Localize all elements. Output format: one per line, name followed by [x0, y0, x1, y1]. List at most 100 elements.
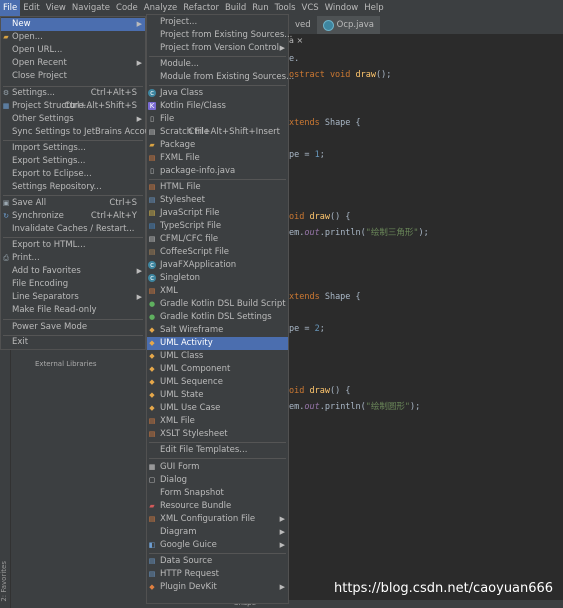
new-item-uml-sequence[interactable]: ◆ UML Sequence: [147, 376, 288, 389]
new-item-plugin-devkit[interactable]: ◆ Plugin DevKit ▶: [147, 581, 288, 594]
new-item-gradle-settings[interactable]: ● Gradle Kotlin DSL Settings: [147, 311, 288, 324]
new-item-http-request[interactable]: ▤ HTTP Request: [147, 568, 288, 581]
menu-item-line-separators[interactable]: Line Separators ▶: [1, 291, 145, 304]
menu-navigate[interactable]: Navigate: [69, 0, 113, 16]
plantuml-icon: ◆: [149, 378, 155, 386]
new-item-javafx-app[interactable]: c JavaFXApplication: [147, 259, 288, 272]
new-item-salt-wireframe[interactable]: ◆ Salt Wireframe: [147, 324, 288, 337]
menu-item-sync-settings[interactable]: Sync Settings to JetBrains Account...: [1, 126, 167, 139]
new-item-gradle-build[interactable]: ● Gradle Kotlin DSL Build Script: [147, 298, 288, 311]
new-item-gui-form[interactable]: ▦ GUI Form: [147, 461, 288, 474]
new-item-form-snapshot[interactable]: Form Snapshot: [147, 487, 288, 500]
code-line: ostract void draw();: [289, 70, 392, 80]
new-item-singleton[interactable]: c Singleton: [147, 272, 288, 285]
menu-item-make-readonly[interactable]: Make File Read-only: [1, 304, 145, 317]
menu-item-new[interactable]: New ▶: [1, 18, 145, 31]
tab-ocp-java[interactable]: Ocp.java: [316, 16, 380, 34]
new-item-coffeescript-file[interactable]: ▤ CoffeeScript File: [147, 246, 288, 259]
menu-item-open-url[interactable]: Open URL...: [1, 44, 145, 57]
plantuml-icon: ◆: [149, 365, 155, 373]
new-item-resource-bundle[interactable]: ▰ Resource Bundle: [147, 500, 288, 513]
menu-item-export-settings[interactable]: Export Settings...: [1, 155, 145, 168]
java-class-icon: c: [148, 89, 156, 97]
new-item-project-vcs[interactable]: Project from Version Control ▶: [147, 42, 288, 55]
new-item-stylesheet[interactable]: ▤ Stylesheet: [147, 194, 288, 207]
new-item-module-existing[interactable]: Module from Existing Sources...: [147, 71, 294, 84]
new-item-xslt-stylesheet[interactable]: ▤ XSLT Stylesheet: [147, 428, 288, 441]
new-item-uml-activity[interactable]: ◆ UML Activity: [147, 337, 288, 350]
scratch-file-icon: ▤: [148, 128, 156, 136]
new-item-xml-config[interactable]: ▤ XML Configuration File ▶: [147, 513, 288, 526]
menu-item-add-favorites[interactable]: Add to Favorites ▶: [1, 265, 145, 278]
new-item-data-source[interactable]: ▤ Data Source: [147, 555, 288, 568]
menu-item-file-encoding[interactable]: File Encoding: [1, 278, 145, 291]
menu-item-settings[interactable]: ⚙ Settings... Ctrl+Alt+S: [1, 87, 145, 100]
new-item-xml[interactable]: ▤ XML: [147, 285, 288, 298]
new-item-package-info[interactable]: ▯ package-info.java: [147, 165, 288, 178]
menu-item-other-settings[interactable]: Other Settings ▶: [1, 113, 145, 126]
menu-item-exit[interactable]: Exit: [1, 336, 145, 349]
xml-file-icon: ▤: [148, 417, 156, 425]
new-item-dialog[interactable]: ▢ Dialog: [147, 474, 288, 487]
new-item-edit-templates[interactable]: Edit File Templates...: [147, 444, 288, 457]
menu-item-export-html[interactable]: Export to HTML...: [1, 239, 145, 252]
menu-item-open-recent[interactable]: Open Recent ▶: [1, 57, 145, 70]
new-item-uml-component[interactable]: ◆ UML Component: [147, 363, 288, 376]
new-item-js-file[interactable]: ▤ JavaScript File: [147, 207, 288, 220]
menu-item-settings-repository[interactable]: Settings Repository...: [1, 181, 145, 194]
file-icon: ▯: [150, 115, 154, 123]
code-line: xtends Shape {: [289, 118, 361, 128]
gradle-icon: ●: [148, 300, 156, 308]
new-item-fxml-file[interactable]: ▤ FXML File: [147, 152, 288, 165]
new-item-uml-class[interactable]: ◆ UML Class: [147, 350, 288, 363]
tab-saved[interactable]: ved: [289, 20, 317, 30]
new-item-google-guice[interactable]: ◧ Google Guice ▶: [147, 539, 288, 552]
menu-item-project-structure[interactable]: ▦ Project Structure... Ctrl+Alt+Shift+S: [1, 100, 145, 113]
new-submenu: Project... Project from Existing Sources…: [146, 14, 294, 604]
menu-vcs[interactable]: VCS: [299, 0, 322, 16]
gui-form-icon: ▦: [148, 463, 156, 471]
menu-separator: [149, 442, 286, 443]
javascript-file-icon: ▤: [148, 209, 156, 217]
submenu-arrow-icon: ▶: [136, 293, 142, 301]
new-item-html-file[interactable]: ▤ HTML File: [147, 181, 288, 194]
menu-item-invalidate-caches[interactable]: Invalidate Caches / Restart...: [1, 223, 145, 236]
new-item-diagram[interactable]: Diagram ▶: [147, 526, 288, 539]
new-item-java-class[interactable]: c Java Class: [147, 87, 288, 100]
external-libraries-node[interactable]: External Libraries: [35, 360, 97, 368]
new-item-uml-state[interactable]: ◆ UML State: [147, 389, 288, 402]
new-item-uml-usecase[interactable]: ◆ UML Use Case: [147, 402, 288, 415]
menu-file[interactable]: File: [0, 0, 21, 16]
menu-window[interactable]: Window: [322, 0, 362, 16]
new-item-project[interactable]: Project...: [147, 16, 288, 29]
menu-item-power-save[interactable]: Power Save Mode: [1, 321, 145, 334]
code-line: xtends Shape {: [289, 292, 361, 302]
menu-help[interactable]: Help: [361, 0, 386, 16]
new-item-project-existing[interactable]: Project from Existing Sources...: [147, 29, 292, 42]
menu-item-print[interactable]: ⎙ Print...: [1, 252, 145, 265]
menu-view[interactable]: View: [43, 0, 69, 16]
new-item-file[interactable]: ▯ File: [147, 113, 288, 126]
new-item-xml-file[interactable]: ▤ XML File: [147, 415, 288, 428]
menu-item-close-project[interactable]: Close Project: [1, 70, 145, 83]
submenu-arrow-icon: ▶: [136, 20, 142, 28]
typescript-file-icon: ▤: [148, 222, 156, 230]
menu-code[interactable]: Code: [113, 0, 141, 16]
menu-item-synchronize[interactable]: ↻ Synchronize Ctrl+Alt+Y: [1, 210, 145, 223]
menu-item-open[interactable]: ▰ Open...: [1, 31, 145, 44]
css-file-icon: ▤: [148, 196, 156, 204]
new-item-kotlin-file[interactable]: K Kotlin File/Class: [147, 100, 288, 113]
new-item-ts-file[interactable]: ▤ TypeScript File: [147, 220, 288, 233]
menu-item-export-eclipse[interactable]: Export to Eclipse...: [1, 168, 145, 181]
menu-item-save-all[interactable]: ▣ Save All Ctrl+S: [1, 197, 145, 210]
code-line: em.out.println("绘制三角形");: [289, 228, 429, 238]
new-item-module[interactable]: Module...: [147, 58, 288, 71]
menu-item-import-settings[interactable]: Import Settings...: [1, 142, 145, 155]
new-item-package[interactable]: ▰ Package: [147, 139, 288, 152]
code-line: oid draw() {: [289, 386, 351, 396]
new-item-scratch-file[interactable]: ▤ Scratch File Ctrl+Alt+Shift+Insert: [147, 126, 288, 139]
favorites-tool-tab[interactable]: 2: Favorites: [0, 561, 8, 602]
new-item-cfml-file[interactable]: ▤ CFML/CFC file: [147, 233, 288, 246]
menu-separator: [149, 179, 286, 180]
menu-edit[interactable]: Edit: [20, 0, 42, 16]
